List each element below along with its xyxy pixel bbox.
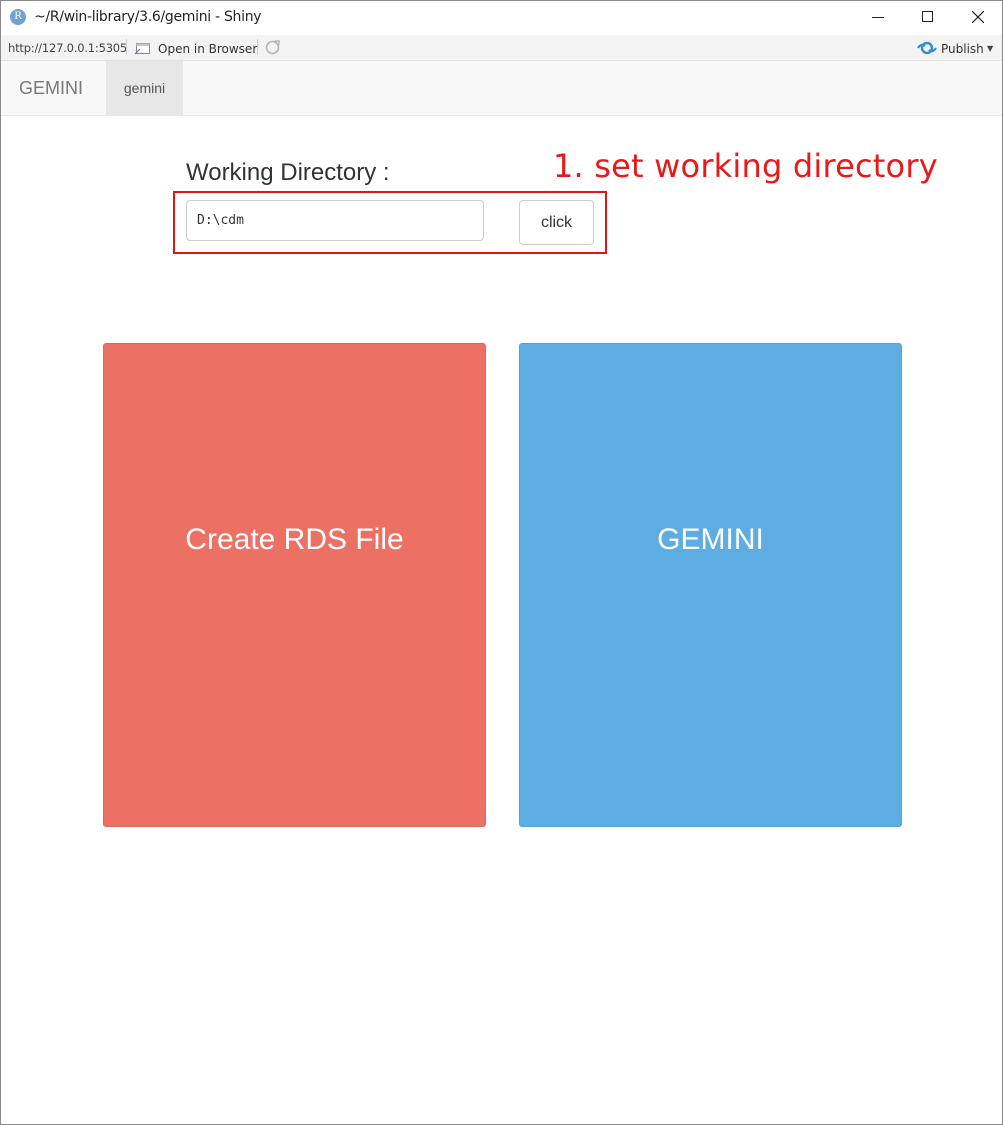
- r-logo-icon: R: [10, 9, 26, 25]
- working-directory-label: Working Directory :: [186, 159, 390, 186]
- gemini-tile-label: GEMINI: [657, 523, 764, 556]
- annotation-text: 1. set working directory: [553, 147, 938, 185]
- create-rds-file-label: Create RDS File: [185, 523, 404, 556]
- close-button[interactable]: [953, 1, 1003, 34]
- minimize-icon: [872, 17, 884, 18]
- toolbar-separator: [257, 39, 258, 55]
- set-directory-button[interactable]: click: [519, 200, 594, 245]
- tab-gemini[interactable]: gemini: [106, 61, 183, 115]
- refresh-button[interactable]: [264, 39, 281, 56]
- open-in-browser-label: Open in Browser: [158, 42, 258, 56]
- viewer-toolbar: http://127.0.0.1:5305 Open in Browser Pu…: [1, 35, 1002, 61]
- publish-label: Publish: [941, 42, 984, 56]
- maximize-button[interactable]: [903, 1, 953, 34]
- shiny-viewer-window: R ~/R/win-library/3.6/gemini - Shiny htt…: [0, 0, 1003, 1125]
- minimize-button[interactable]: [853, 1, 903, 34]
- refresh-icon: [265, 40, 280, 55]
- toolbar-separator: [126, 39, 127, 55]
- app-navbar: GEMINI gemini: [1, 61, 1002, 116]
- publish-icon: [917, 41, 937, 55]
- maximize-icon: [922, 11, 933, 22]
- open-in-browser-icon: [134, 43, 150, 55]
- title-bar: R ~/R/win-library/3.6/gemini - Shiny: [1, 1, 1002, 34]
- navbar-brand[interactable]: GEMINI: [19, 78, 83, 99]
- url-label: http://127.0.0.1:5305: [8, 41, 128, 55]
- working-directory-input[interactable]: [186, 200, 484, 241]
- close-icon: [972, 11, 984, 23]
- chevron-down-icon: ▼: [987, 44, 994, 53]
- create-rds-file-tile[interactable]: Create RDS File: [103, 343, 486, 827]
- gemini-tile[interactable]: GEMINI: [519, 343, 902, 827]
- window-title: ~/R/win-library/3.6/gemini - Shiny: [34, 9, 262, 25]
